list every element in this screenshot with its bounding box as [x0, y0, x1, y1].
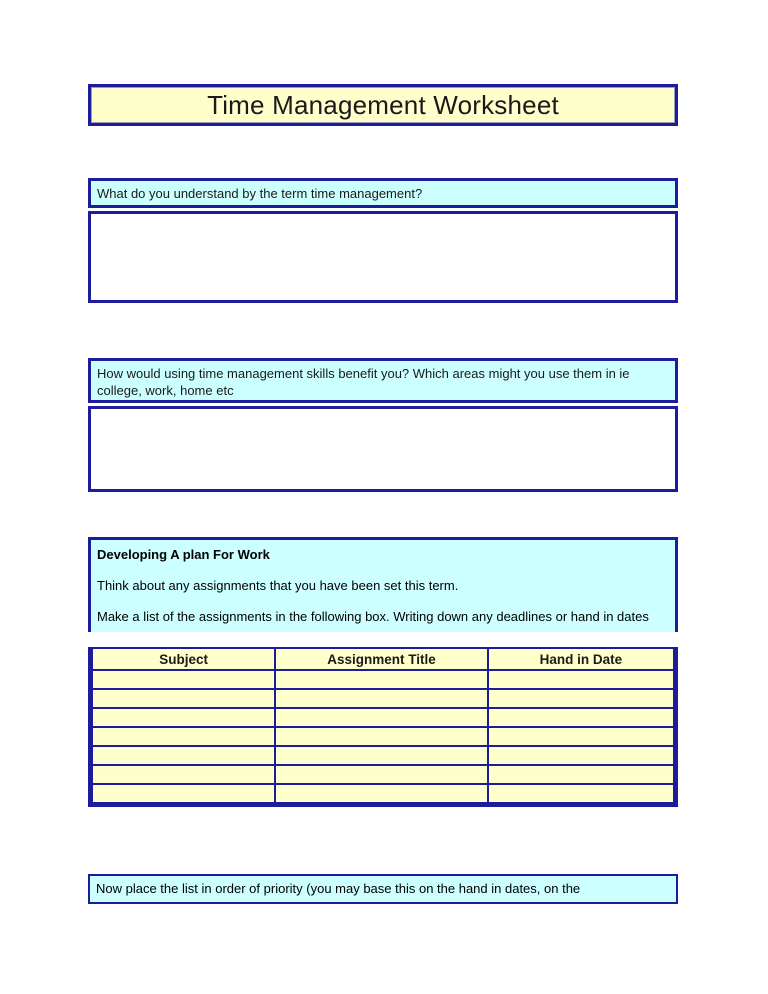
- question-2-prompt: How would using time management skills b…: [88, 358, 678, 403]
- cell-hand-in-date[interactable]: [486, 745, 676, 766]
- cell-subject[interactable]: [90, 764, 277, 785]
- priority-prompt: Now place the list in order of priority …: [88, 874, 678, 904]
- table-header-row: Subject Assignment Title Hand in Date: [90, 647, 676, 671]
- table-row: [90, 726, 676, 747]
- table-row: [90, 669, 676, 690]
- column-header-subject: Subject: [90, 647, 277, 671]
- plan-section-heading: Developing A plan For Work: [97, 547, 270, 562]
- priority-prompt-text: Now place the list in order of priority …: [96, 881, 581, 896]
- cell-subject[interactable]: [90, 707, 277, 728]
- cell-assignment-title[interactable]: [274, 707, 489, 728]
- assignments-table: Subject Assignment Title Hand in Date: [90, 647, 676, 804]
- table-row: [90, 707, 676, 728]
- question-1-prompt-text: What do you understand by the term time …: [97, 186, 423, 201]
- table-row: [90, 745, 676, 766]
- cell-assignment-title[interactable]: [274, 669, 489, 690]
- page-title: Time Management Worksheet: [207, 89, 559, 120]
- cell-subject[interactable]: [90, 726, 277, 747]
- assignments-table-container: Subject Assignment Title Hand in Date: [88, 647, 678, 807]
- table-row: [90, 688, 676, 709]
- assignments-table-body: [90, 669, 676, 804]
- question-1-answer-field[interactable]: [88, 211, 678, 303]
- cell-assignment-title[interactable]: [274, 783, 489, 804]
- cell-hand-in-date[interactable]: [486, 707, 676, 728]
- cell-subject[interactable]: [90, 745, 277, 766]
- cell-hand-in-date[interactable]: [486, 669, 676, 690]
- column-header-hand-in-date: Hand in Date: [486, 647, 676, 671]
- plan-section-paragraph-1: Think about any assignments that you hav…: [97, 578, 459, 593]
- question-2-prompt-text: How would using time management skills b…: [97, 366, 630, 398]
- column-header-assignment-title: Assignment Title: [274, 647, 489, 671]
- cell-assignment-title[interactable]: [274, 726, 489, 747]
- worksheet-title-box: Time Management Worksheet: [88, 84, 678, 126]
- cell-assignment-title[interactable]: [274, 764, 489, 785]
- cell-hand-in-date[interactable]: [486, 726, 676, 747]
- table-row: [90, 764, 676, 785]
- plan-section-intro: Developing A plan For Work Think about a…: [88, 537, 678, 632]
- cell-subject[interactable]: [90, 688, 277, 709]
- cell-assignment-title[interactable]: [274, 688, 489, 709]
- table-row: [90, 783, 676, 804]
- question-1-prompt: What do you understand by the term time …: [88, 178, 678, 208]
- cell-hand-in-date[interactable]: [486, 764, 676, 785]
- cell-assignment-title[interactable]: [274, 745, 489, 766]
- question-2-answer-field[interactable]: [88, 406, 678, 492]
- plan-section-paragraph-2: Make a list of the assignments in the fo…: [97, 609, 649, 624]
- cell-subject[interactable]: [90, 783, 277, 804]
- cell-subject[interactable]: [90, 669, 277, 690]
- cell-hand-in-date[interactable]: [486, 688, 676, 709]
- cell-hand-in-date[interactable]: [486, 783, 676, 804]
- worksheet-page: Time Management Worksheet What do you un…: [0, 0, 768, 994]
